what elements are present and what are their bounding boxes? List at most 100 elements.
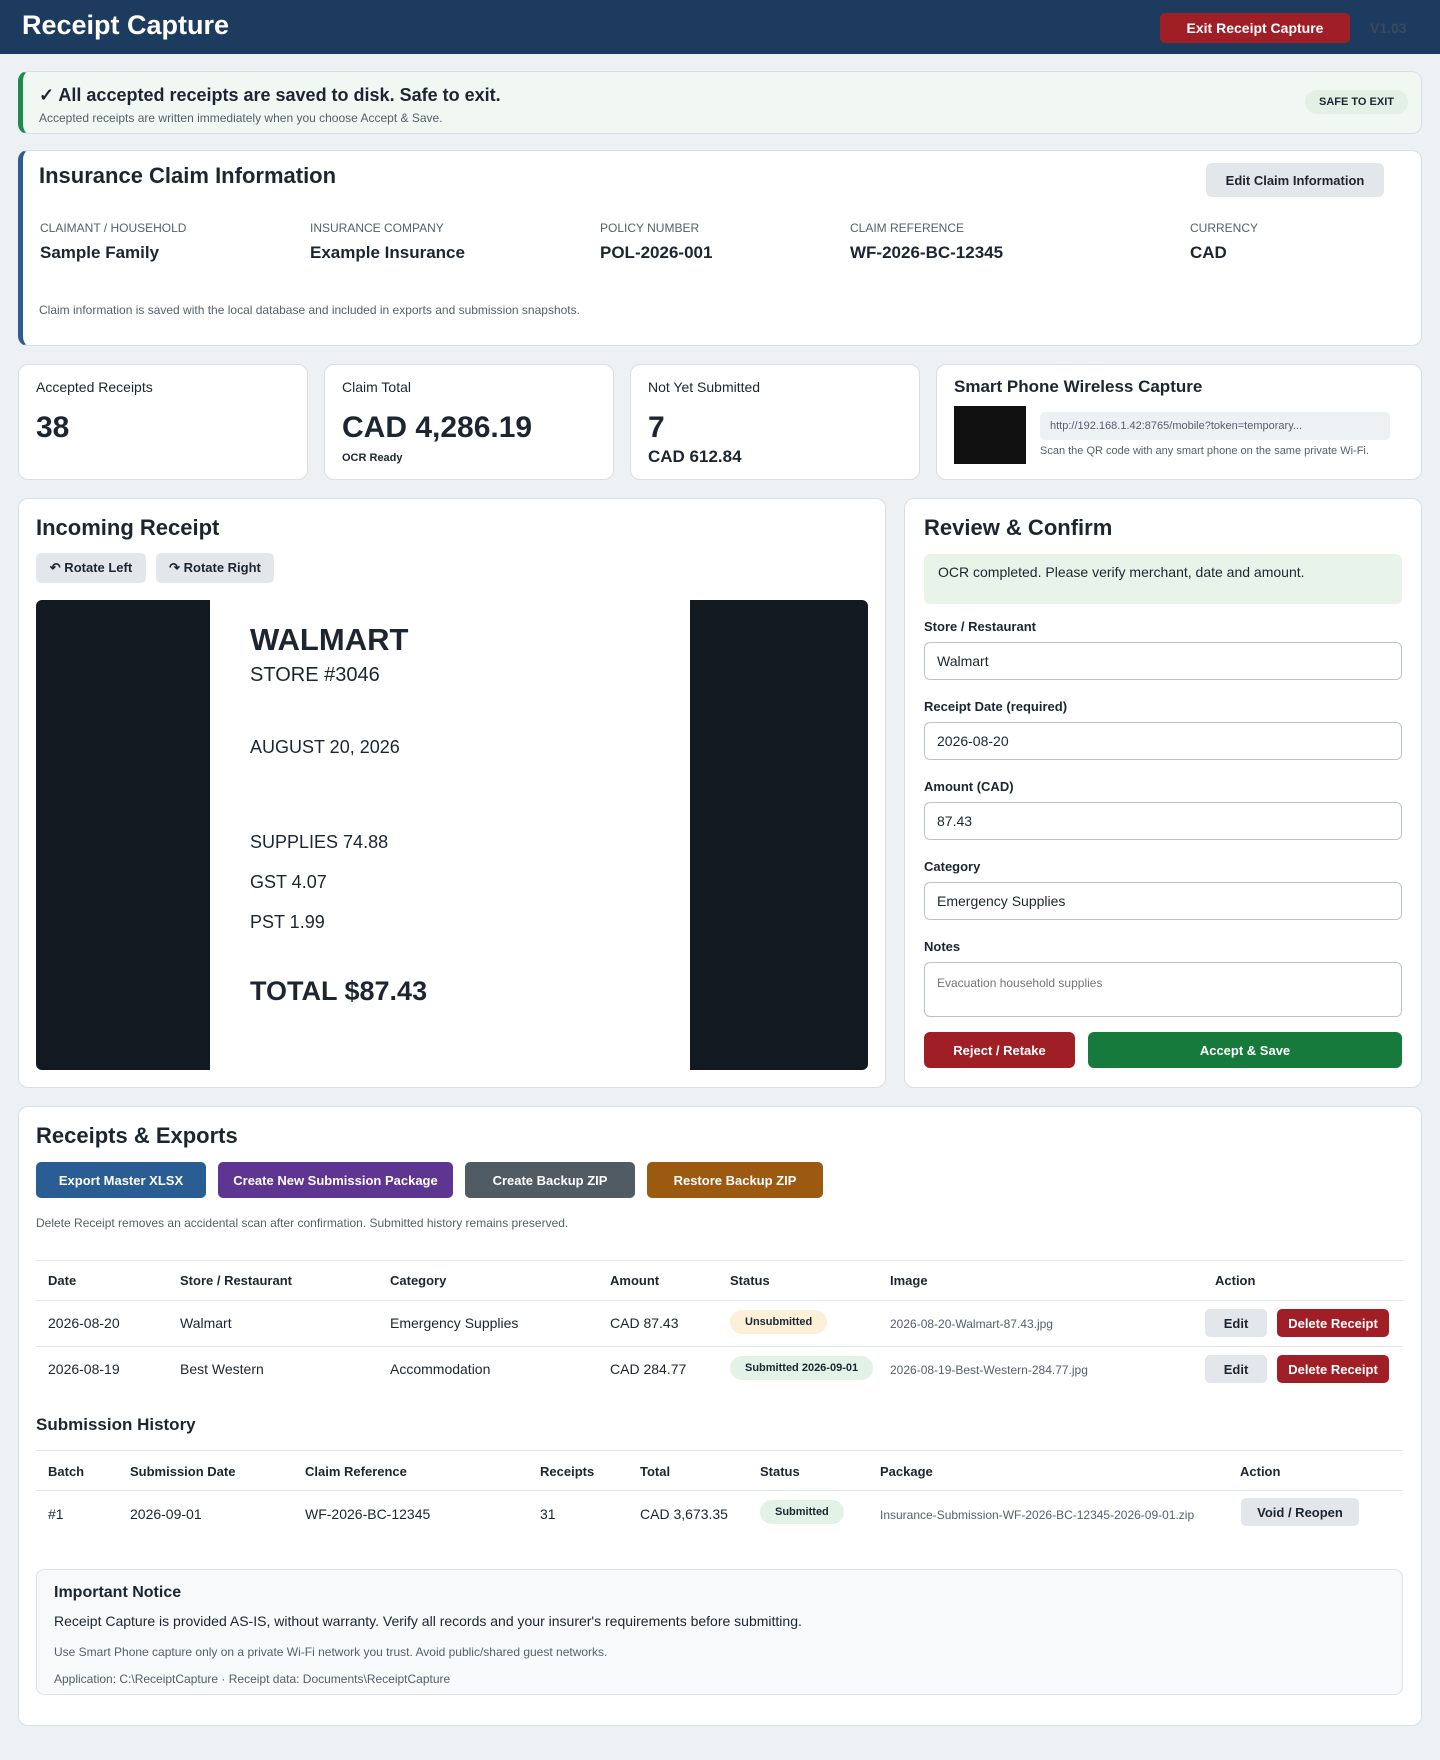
- ocr-status-message: OCR completed. Please verify merchant, d…: [924, 554, 1402, 604]
- status-badge: Unsubmitted: [730, 1310, 828, 1334]
- phone-capture-title: Smart Phone Wireless Capture: [954, 377, 1203, 396]
- claim-reference-value: WF-2026-BC-12345: [850, 243, 1004, 262]
- currency-value: CAD: [1190, 243, 1227, 262]
- column-header: Claim Reference: [305, 1464, 407, 1479]
- rotate-left-button[interactable]: ↶ Rotate Left: [36, 553, 146, 583]
- receipt-line: SUPPLIES 74.88: [250, 832, 389, 852]
- notice-text: Receipt Capture is provided AS-IS, witho…: [54, 1613, 802, 1629]
- column-header: Status: [730, 1273, 770, 1288]
- accept-save-button[interactable]: Accept & Save: [1088, 1032, 1402, 1068]
- insurer-value: Example Insurance: [310, 243, 465, 262]
- column-header: Action: [1240, 1464, 1281, 1479]
- delete-receipt-button[interactable]: Delete Receipt: [1277, 1355, 1389, 1383]
- column-header: Total: [640, 1464, 671, 1479]
- submission-date-cell: 2026-09-01: [130, 1506, 202, 1522]
- qr-code: [954, 406, 1026, 464]
- stat-label: Accepted Receipts: [36, 379, 153, 395]
- receipt-total: TOTAL $87.43: [250, 976, 428, 1006]
- claim-title: Insurance Claim Information: [39, 163, 337, 188]
- delete-receipt-button[interactable]: Delete Receipt: [1277, 1309, 1389, 1337]
- amount-label: Amount (CAD): [924, 779, 1014, 794]
- column-header: Batch: [48, 1464, 85, 1479]
- capture-url[interactable]: http://192.168.1.42:8765/mobile?token=te…: [1040, 412, 1390, 440]
- rotate-right-button[interactable]: ↷ Rotate Right: [156, 553, 274, 583]
- status-badge: Submitted: [760, 1500, 844, 1524]
- receipt-merchant: WALMART: [250, 622, 409, 657]
- receipt-category-cell: Accommodation: [390, 1361, 491, 1377]
- create-backup-button[interactable]: Create Backup ZIP: [465, 1162, 635, 1198]
- claim-note: Claim information is saved with the loca…: [39, 303, 580, 317]
- notes-input[interactable]: [924, 962, 1402, 1017]
- category-label: Category: [924, 859, 981, 874]
- stat-value: CAD 4,286.19: [342, 411, 533, 444]
- wifi-warning: Use Smart Phone capture only on a privat…: [54, 1645, 608, 1659]
- create-submission-button[interactable]: Create New Submission Package: [218, 1162, 453, 1198]
- store-input[interactable]: [924, 642, 1402, 680]
- table-divider: [36, 1346, 1403, 1347]
- top-bar: Receipt Capture Exit Receipt Capture V1.…: [0, 0, 1440, 54]
- currency-label: Currency: [1190, 221, 1259, 235]
- receipt-date-cell: 2026-08-20: [48, 1315, 120, 1331]
- void-reopen-button[interactable]: Void / Reopen: [1241, 1498, 1359, 1526]
- column-header: Amount: [610, 1273, 660, 1288]
- package-cell[interactable]: Insurance-Submission-WF-2026-BC-12345-20…: [880, 1508, 1194, 1522]
- image-margin-right: [690, 600, 868, 1070]
- table-divider: [36, 1450, 1403, 1451]
- edit-claim-button[interactable]: Edit Claim Information: [1206, 163, 1384, 197]
- receipt-image-cell[interactable]: 2026-08-20-Walmart-87.43.jpg: [890, 1317, 1053, 1331]
- edit-receipt-button[interactable]: Edit: [1205, 1309, 1267, 1337]
- receipt-category-cell: Emergency Supplies: [390, 1315, 519, 1331]
- exit-button[interactable]: Exit Receipt Capture: [1160, 13, 1350, 43]
- claim-total-card: Claim Total CAD 4,286.19 OCR Ready: [324, 364, 614, 480]
- export-xlsx-button[interactable]: Export Master XLSX: [36, 1162, 206, 1198]
- category-input[interactable]: [924, 882, 1402, 920]
- reject-retake-button[interactable]: Reject / Retake: [924, 1032, 1075, 1068]
- accepted-receipts-card: Accepted Receipts 38: [18, 364, 308, 480]
- data-paths: Application: C:\ReceiptCapture · Receipt…: [54, 1672, 451, 1686]
- stat-label: Claim Total: [342, 379, 411, 395]
- stat-value: 7: [648, 411, 665, 444]
- review-title: Review & Confirm: [924, 515, 1113, 540]
- save-status-banner: ✓ All accepted receipts are saved to dis…: [18, 71, 1422, 134]
- receipts-exports-panel: Receipts & Exports Export Master XLSX Cr…: [18, 1106, 1422, 1726]
- column-header: Category: [390, 1273, 447, 1288]
- table-divider: [36, 1260, 1403, 1261]
- notes-label: Notes: [924, 939, 961, 954]
- exports-note: Delete Receipt removes an accidental sca…: [36, 1216, 569, 1230]
- stat-value: 38: [36, 411, 70, 444]
- safe-to-exit-badge: SAFE TO EXIT: [1305, 90, 1408, 114]
- phone-capture-hint: Scan the QR code with any smart phone on…: [1040, 445, 1369, 457]
- version-label: V1.03: [1370, 20, 1407, 36]
- submission-history-title: Submission History: [36, 1415, 196, 1434]
- receipt-store-cell: Best Western: [180, 1361, 264, 1377]
- banner-title: ✓ All accepted receipts are saved to dis…: [39, 85, 501, 105]
- restore-backup-button[interactable]: Restore Backup ZIP: [647, 1162, 823, 1198]
- column-header: Submission Date: [130, 1464, 236, 1479]
- edit-receipt-button[interactable]: Edit: [1205, 1355, 1267, 1383]
- receipt-store-cell: Walmart: [180, 1315, 232, 1331]
- column-header: Date: [48, 1273, 77, 1288]
- claim-info-panel: Insurance Claim Information Edit Claim I…: [18, 150, 1422, 346]
- table-divider: [36, 1490, 1403, 1491]
- amount-input[interactable]: [924, 802, 1402, 840]
- review-confirm-panel: Review & Confirm OCR completed. Please v…: [904, 498, 1422, 1088]
- image-margin-left: [36, 600, 210, 1070]
- total-cell: CAD 3,673.35: [640, 1506, 728, 1522]
- column-header: Status: [760, 1464, 800, 1479]
- notice-title: Important Notice: [54, 1584, 182, 1601]
- policy-number-value: POL-2026-001: [600, 243, 713, 262]
- receipt-image-cell[interactable]: 2026-08-19-Best-Western-284.77.jpg: [890, 1363, 1088, 1377]
- receipt-line: PST 1.99: [250, 912, 325, 932]
- batch-cell: #1: [48, 1506, 64, 1522]
- column-header: Receipts: [540, 1464, 595, 1479]
- claimant-label: Claimant / Household: [40, 221, 187, 235]
- claim-reference-label: Claim Reference: [850, 221, 965, 235]
- important-notice: Important Notice Receipt Capture is prov…: [36, 1569, 1403, 1695]
- claimant-value: Sample Family: [40, 243, 160, 262]
- receipt-date-input[interactable]: [924, 722, 1402, 760]
- receipt-date: AUGUST 20, 2026: [250, 737, 400, 757]
- column-header: Action: [1215, 1273, 1256, 1288]
- claim-reference-cell: WF-2026-BC-12345: [305, 1506, 431, 1522]
- receipt-date-label: Receipt Date (required): [924, 699, 1068, 714]
- receipt-line: GST 4.07: [250, 872, 327, 892]
